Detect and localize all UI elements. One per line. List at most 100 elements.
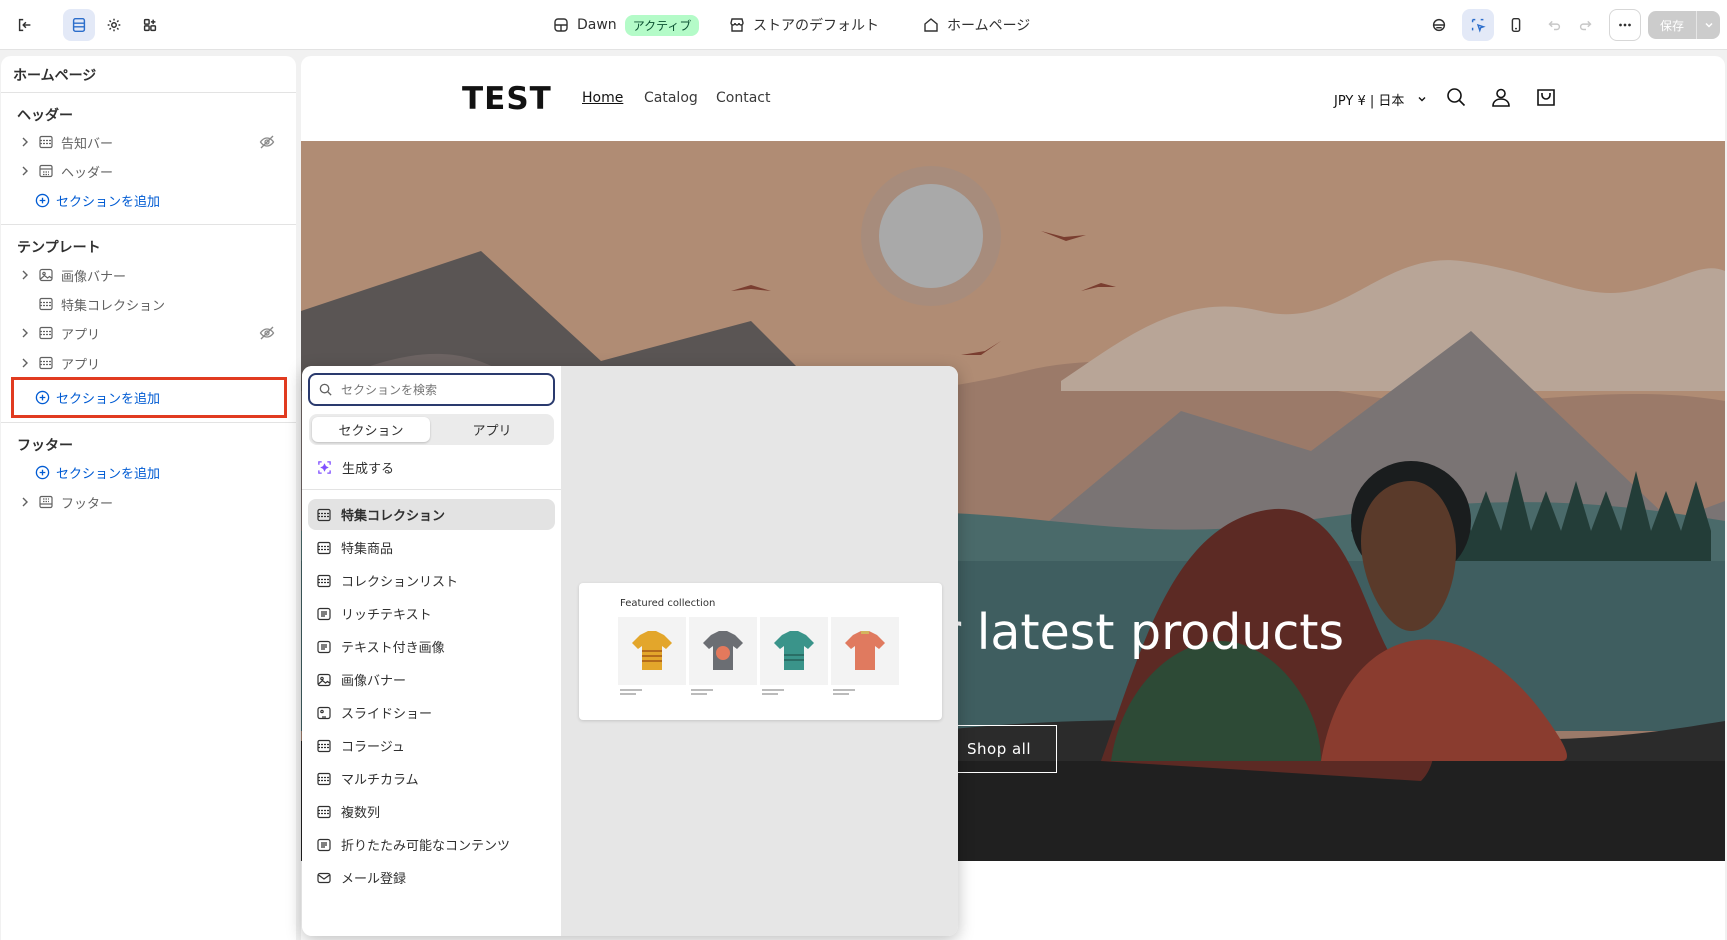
shop-all-button[interactable]: Shop all <box>941 725 1057 773</box>
exit-icon[interactable] <box>9 9 41 41</box>
store-logo[interactable]: TEST <box>462 81 552 117</box>
more-actions-icon[interactable] <box>1609 9 1641 41</box>
section-option-label: コラージュ <box>341 740 405 755</box>
nav-contact[interactable]: Contact <box>716 90 770 106</box>
account-icon[interactable] <box>1490 86 1512 108</box>
nav-catalog[interactable]: Catalog <box>644 90 698 106</box>
sidebar-item-featured-collection[interactable]: 特集コレクション <box>17 292 287 316</box>
search-icon[interactable] <box>1445 86 1467 108</box>
chevron-right-icon[interactable] <box>19 328 31 338</box>
section-icon <box>39 164 53 178</box>
sidebar: ホームページ ヘッダー 告知バー ヘッダー セクションを追加 テンプレート 画像… <box>1 56 296 940</box>
select-cursor-icon[interactable] <box>1462 9 1494 41</box>
section-icon <box>39 356 53 370</box>
section-option-label: 画像バナー <box>341 674 407 689</box>
chevron-right-icon[interactable] <box>19 137 31 147</box>
currency-selector[interactable]: JPY ¥ | 日本 <box>1334 90 1404 109</box>
section-option-label: マルチカラム <box>341 773 419 788</box>
hero-heading: r latest products <box>941 604 1345 661</box>
picker-tabs: セクション アプリ <box>309 414 554 445</box>
store-default-label: ストアのデフォルト <box>753 18 879 34</box>
section-option[interactable]: スライドショー <box>308 697 555 728</box>
sidebar-item-footer[interactable]: フッター <box>17 490 287 514</box>
tshirt-icon <box>703 631 743 670</box>
section-preview-card: Featured collection <box>579 583 942 720</box>
preview-title: Featured collection <box>620 598 716 609</box>
section-option[interactable]: 画像バナー <box>308 664 555 695</box>
generate-button[interactable]: 生成する <box>317 458 394 477</box>
tshirt-icon <box>632 631 672 670</box>
section-icon <box>317 541 331 554</box>
section-option[interactable]: リッチテキスト <box>308 598 555 629</box>
sidebar-item-image-banner[interactable]: 画像バナー <box>17 263 287 287</box>
section-option[interactable]: 折りたたみ可能なコンテンツ <box>308 829 555 860</box>
product-tile <box>689 617 757 685</box>
section-icon <box>317 508 331 521</box>
eye-hidden-icon[interactable] <box>259 134 275 150</box>
image-icon <box>39 268 53 282</box>
section-option[interactable]: テキスト付き画像 <box>308 631 555 662</box>
add-section-footer-button[interactable]: セクションを追加 <box>35 460 160 484</box>
section-list-panel: セクション アプリ 生成する 特集コレクション 特集商品 コレクションリスト リ… <box>302 366 561 936</box>
tab-apps[interactable]: アプリ <box>433 417 551 442</box>
add-section-header-button[interactable]: セクションを追加 <box>35 188 160 212</box>
section-icon <box>39 297 53 311</box>
section-option-label: スライドショー <box>341 707 433 722</box>
sidebar-item-label: アプリ <box>61 327 101 343</box>
sections-icon[interactable] <box>63 9 95 41</box>
eye-hidden-icon[interactable] <box>259 325 275 341</box>
sparkle-frame-icon <box>318 461 331 474</box>
tab-sections[interactable]: セクション <box>312 417 430 442</box>
search-input[interactable] <box>341 382 531 397</box>
search-box[interactable] <box>308 373 555 406</box>
sidebar-item-app-1[interactable]: アプリ <box>17 321 287 345</box>
cart-icon[interactable] <box>1535 86 1557 108</box>
chevron-right-icon[interactable] <box>19 166 31 176</box>
theme-selector[interactable]: Dawn アクティブ <box>553 0 700 50</box>
sidebar-item-label: 告知バー <box>61 136 114 152</box>
section-option-label: 複数列 <box>341 806 381 821</box>
undo-icon[interactable] <box>1538 9 1570 41</box>
settings-gear-icon[interactable] <box>98 9 130 41</box>
redo-icon[interactable] <box>1570 9 1602 41</box>
section-option[interactable]: 特集商品 <box>308 532 555 563</box>
tshirt-icon <box>774 631 814 670</box>
product-tile <box>831 617 899 685</box>
chevron-right-icon[interactable] <box>19 270 31 280</box>
sidebar-title: ホームページ <box>13 68 97 84</box>
section-option-label: メール登録 <box>341 872 407 887</box>
save-button[interactable]: 保存 <box>1648 11 1720 39</box>
slideshow-icon <box>317 706 331 719</box>
section-icon <box>39 135 53 149</box>
mobile-view-icon[interactable] <box>1500 9 1532 41</box>
section-option-label: 特集商品 <box>341 542 394 557</box>
store-default-selector[interactable]: ストアのデフォルト <box>729 0 879 50</box>
chevron-down-icon[interactable] <box>1417 94 1427 104</box>
apps-icon[interactable] <box>134 9 166 41</box>
generate-label: 生成する <box>342 462 395 477</box>
save-label: 保存 <box>1659 18 1684 33</box>
section-option[interactable]: メール登録 <box>308 862 555 893</box>
sidebar-item-header[interactable]: ヘッダー <box>17 159 287 183</box>
nav-home[interactable]: Home <box>582 90 623 106</box>
sidebar-item-label: フッター <box>61 496 114 512</box>
section-option-label: リッチテキスト <box>341 608 432 623</box>
chevron-right-icon[interactable] <box>19 497 31 507</box>
text-block-icon <box>317 640 331 653</box>
section-option[interactable]: 複数列 <box>308 796 555 827</box>
page-label: ホームページ <box>947 18 1031 34</box>
sidebar-item-label: ヘッダー <box>61 165 114 181</box>
chevron-down-icon[interactable] <box>1696 11 1720 39</box>
sidebar-item-label: 画像バナー <box>61 269 127 285</box>
section-option[interactable]: マルチカラム <box>308 763 555 794</box>
inspector-icon[interactable] <box>1423 9 1455 41</box>
sidebar-item-app-2[interactable]: アプリ <box>17 351 287 375</box>
divider <box>302 489 561 490</box>
sidebar-item-announcement-bar[interactable]: 告知バー <box>17 130 287 154</box>
page-selector[interactable]: ホームページ <box>923 0 1030 50</box>
section-option[interactable]: コラージュ <box>308 730 555 761</box>
chevron-right-icon[interactable] <box>19 358 31 368</box>
section-option[interactable]: コレクションリスト <box>308 565 555 596</box>
divider <box>1 92 296 93</box>
section-option[interactable]: 特集コレクション <box>308 499 555 530</box>
